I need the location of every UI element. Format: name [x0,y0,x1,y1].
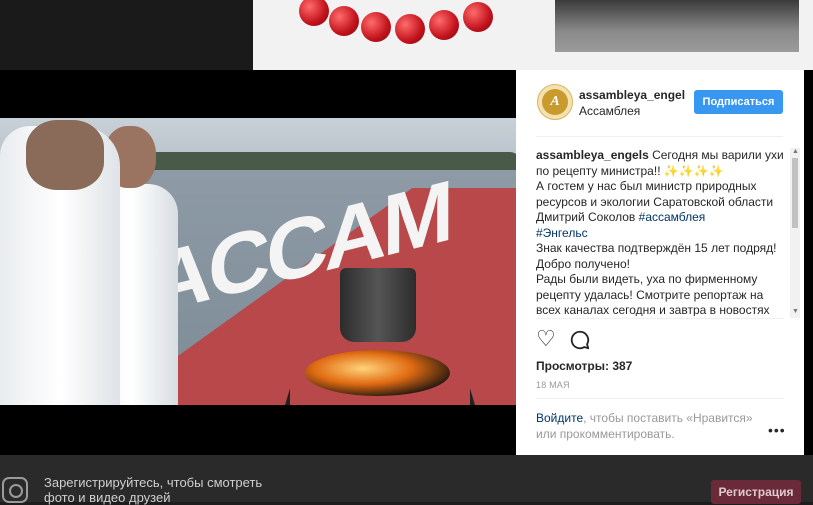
caption-author[interactable]: assambleya_engels [536,148,649,162]
bead-image [429,10,459,40]
video-person-head [26,120,104,190]
video-fire [305,350,450,396]
video-person [0,120,120,405]
avatar-logo: A [542,89,568,115]
background-post-thumbnail[interactable] [253,0,529,70]
signup-banner: Зарегистрируйтесь, чтобы смотреть фото и… [0,455,813,505]
heart-icon[interactable]: ♡ [536,328,558,350]
post-side-panel: A assambleya_engel Ассамблея Подписаться… [516,70,804,455]
post-username[interactable]: assambleya_engel [579,88,685,102]
divider [536,318,783,319]
bead-image [463,2,493,32]
post-video[interactable]: ACCAM [0,118,516,405]
divider [536,136,783,137]
caption-emoji: ✨✨✨✨ [663,163,724,178]
follow-button[interactable]: Подписаться [694,90,783,114]
caption-scrollbar[interactable]: ▲ ▼ [790,148,800,318]
scroll-up-arrow[interactable]: ▲ [792,148,799,156]
instagram-icon [2,477,28,503]
more-options-icon[interactable]: ••• [768,422,786,438]
post-caption: assambleya_engels Сегодня мы варили ухи … [536,148,788,316]
register-button[interactable]: Регистрация [711,480,801,504]
bead-image [299,0,329,26]
post-location[interactable]: Ассамблея [579,104,640,118]
video-pot [340,268,416,342]
scroll-down-arrow[interactable]: ▼ [792,308,799,316]
login-prompt: Войдите, чтобы поставить «Нравится» или … [536,410,766,442]
avatar[interactable]: A [537,84,573,120]
scrollbar-thumb[interactable] [792,158,798,228]
bead-image [361,12,391,42]
thumbnail-image [555,0,799,52]
comment-icon[interactable] [569,329,591,351]
hashtag-link[interactable]: #Энгельс [536,226,588,240]
hashtag-link[interactable]: #ассамблея [639,210,706,224]
post-date[interactable]: 18 МАЯ [536,380,570,390]
bead-image [395,14,425,44]
bead-image [329,6,359,36]
caption-text: Знак качества подтверждён 15 лет подряд!… [536,241,777,271]
views-count[interactable]: Просмотры: 387 [536,359,632,373]
background-post-thumbnail[interactable] [529,0,813,70]
divider [536,398,783,399]
caption-text: Рады были видеть, уха по фирменному реце… [536,272,770,316]
signup-text: Зарегистрируйтесь, чтобы смотреть фото и… [44,475,263,505]
login-link[interactable]: Войдите [536,411,583,425]
